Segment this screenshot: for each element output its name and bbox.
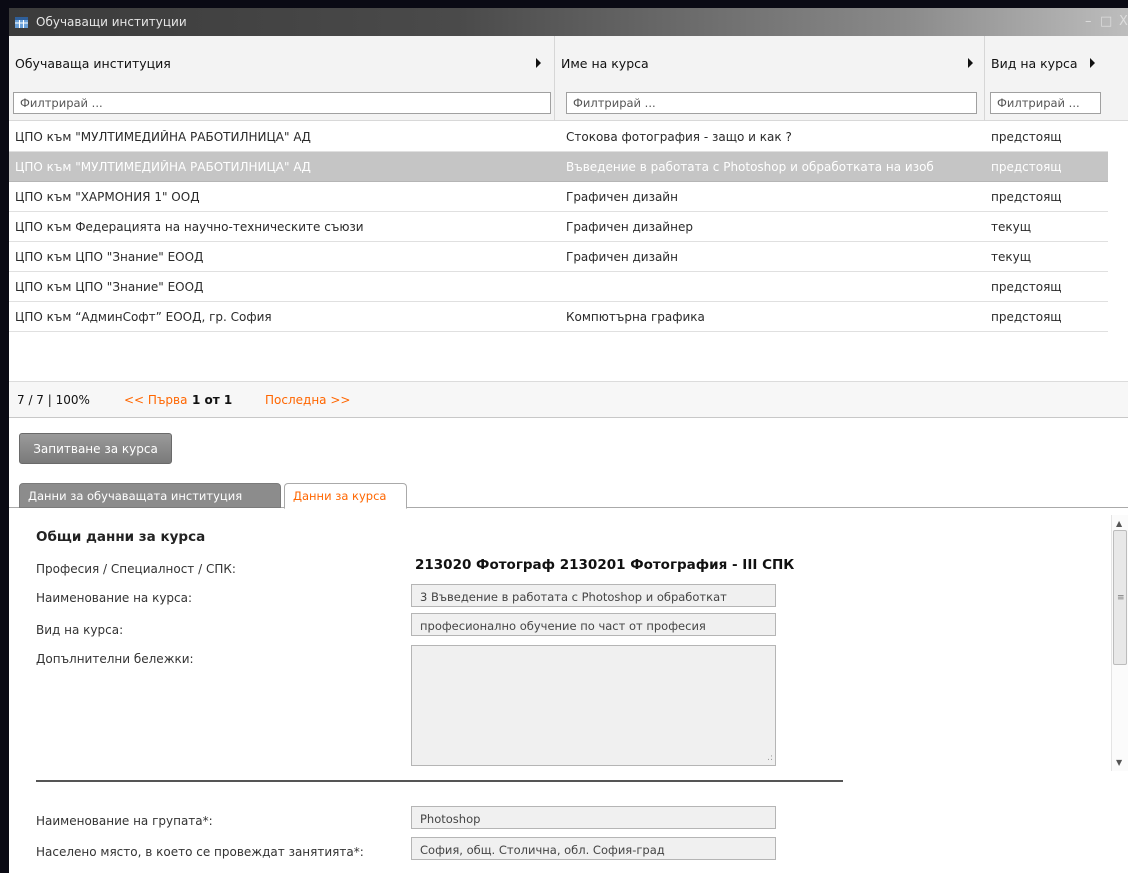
- table-row[interactable]: ЦПО към "ХАРМОНИЯ 1" ООД Графичен дизайн…: [9, 182, 1108, 212]
- cell-course: Графичен дизайн: [566, 190, 678, 204]
- cell-type: предстоящ: [991, 310, 1062, 324]
- column-label: Обучаваща институция: [15, 56, 171, 71]
- inquire-course-button[interactable]: Запитване за курса: [19, 433, 172, 464]
- cell-course: Стокова фотография - защо и как ?: [566, 130, 792, 144]
- scroll-thumb[interactable]: ≡: [1113, 530, 1127, 665]
- cell-type: предстоящ: [991, 190, 1062, 204]
- maximize-icon[interactable]: □: [1100, 14, 1112, 29]
- grip-icon: ≡: [1117, 593, 1125, 603]
- cell-institution: ЦПО към ЦПО "Знание" ЕООД: [15, 250, 204, 264]
- column-label: Вид на курса: [991, 56, 1078, 71]
- cell-institution: ЦПО към ЦПО "Знание" ЕООД: [15, 280, 204, 294]
- cell-type: предстоящ: [991, 280, 1062, 294]
- institutions-grid: Обучаваща институция Име на курса Вид на…: [9, 36, 1128, 418]
- course-name-filter-input[interactable]: [566, 92, 977, 114]
- cell-course: Графичен дизайнер: [566, 220, 693, 234]
- minimize-icon[interactable]: –: [1085, 14, 1092, 29]
- table-row[interactable]: ЦПО към ЦПО "Знание" ЕООД предстоящ: [9, 272, 1108, 302]
- table-row[interactable]: ЦПО към ЦПО "Знание" ЕООД Графичен дизай…: [9, 242, 1108, 272]
- cell-course: Въведение в работата с Photoshop и обраб…: [566, 160, 934, 174]
- scroll-down-icon[interactable]: ▼: [1116, 758, 1122, 767]
- pager-first-link[interactable]: << Първа: [124, 393, 187, 407]
- group-name-label: Наименование на групата*:: [36, 814, 213, 828]
- pager-count: 7 / 7 | 100%: [17, 393, 90, 407]
- pager-last-link[interactable]: Последна >>: [265, 393, 350, 407]
- cell-type: текущ: [991, 250, 1032, 264]
- detail-tabs: Данни за обучаващата институция Данни за…: [9, 481, 1128, 509]
- window-title: Обучаващи институции: [36, 15, 187, 29]
- resize-grip-icon[interactable]: .:: [767, 753, 773, 763]
- profession-label: Професия / Специалност / СПК:: [36, 562, 236, 576]
- pager-page: 1 от 1: [192, 393, 233, 407]
- cell-course: Компютърна графика: [566, 310, 705, 324]
- tab-course-data[interactable]: Данни за курса: [284, 483, 407, 509]
- column-menu-arrow-icon[interactable]: [1090, 58, 1095, 68]
- cell-institution: ЦПО към "МУЛТИМЕДИЙНА РАБОТИЛНИЦА" АД: [15, 160, 311, 174]
- table-icon: [15, 16, 28, 28]
- tab-institution-data[interactable]: Данни за обучаващата институция: [19, 483, 281, 508]
- table-row[interactable]: ЦПО към "МУЛТИМЕДИЙНА РАБОТИЛНИЦА" АД Ст…: [9, 122, 1108, 152]
- institutions-window: Обучаващи институции – □ X Обучаваща инс…: [9, 8, 1128, 873]
- window-titlebar[interactable]: Обучаващи институции – □ X: [9, 8, 1128, 36]
- cell-type: предстоящ: [991, 160, 1062, 174]
- cell-course: Графичен дизайн: [566, 250, 678, 264]
- column-course-name[interactable]: Име на курса: [555, 36, 985, 121]
- grid-pager: 7 / 7 | 100% << Първа 1 от 1 Последна >>: [9, 381, 1128, 417]
- course-name-field[interactable]: 3 Въведение в работата с Photoshop и обр…: [411, 584, 776, 607]
- column-menu-arrow-icon[interactable]: [536, 58, 541, 68]
- location-field[interactable]: София, общ. Столична, обл. София-град: [411, 837, 776, 860]
- column-course-type[interactable]: Вид на курса: [985, 36, 1128, 121]
- course-type-filter-input[interactable]: [990, 92, 1101, 114]
- cell-institution: ЦПО към Федерацията на научно-технически…: [15, 220, 364, 234]
- cell-institution: ЦПО към "ХАРМОНИЯ 1" ООД: [15, 190, 200, 204]
- scroll-up-icon[interactable]: ▲: [1116, 519, 1122, 528]
- outer-frame-left: [0, 0, 9, 873]
- cell-institution: ЦПО към “АдминСофт” ЕООД, гр. София: [15, 310, 272, 324]
- table-row[interactable]: ЦПО към “АдминСофт” ЕООД, гр. София Комп…: [9, 302, 1108, 332]
- group-name-field[interactable]: Photoshop: [411, 806, 776, 829]
- location-label: Населено място, в което се провеждат зан…: [36, 845, 364, 859]
- course-name-label: Наименование на курса:: [36, 591, 193, 605]
- column-label: Име на курса: [561, 56, 649, 71]
- course-type-label: Вид на курса:: [36, 623, 124, 637]
- course-type-field[interactable]: професионално обучение по част от профес…: [411, 613, 776, 636]
- section-title: Общи данни за курса: [36, 529, 206, 545]
- cell-type: текущ: [991, 220, 1032, 234]
- column-institution[interactable]: Обучаваща институция: [9, 36, 555, 121]
- close-icon[interactable]: X: [1119, 14, 1128, 29]
- cell-type: предстоящ: [991, 130, 1062, 144]
- table-row[interactable]: ЦПО към Федерацията на научно-технически…: [9, 212, 1108, 242]
- cell-institution: ЦПО към "МУЛТИМЕДИЙНА РАБОТИЛНИЦА" АД: [15, 130, 311, 144]
- course-details-panel: Общи данни за курса Професия / Специално…: [9, 508, 1128, 873]
- table-row-selected[interactable]: ЦПО към "МУЛТИМЕДИЙНА РАБОТИЛНИЦА" АД Въ…: [9, 152, 1108, 182]
- column-menu-arrow-icon[interactable]: [968, 58, 973, 68]
- notes-label: Допълнителни бележки:: [36, 652, 194, 666]
- grid-header: Обучаваща институция Име на курса Вид на…: [9, 36, 1128, 121]
- notes-textarea[interactable]: .:: [411, 645, 776, 766]
- outer-frame-top: [0, 0, 1128, 8]
- profession-value: 213020 Фотограф 2130201 Фотография - III…: [415, 557, 795, 573]
- panel-scrollbar[interactable]: ▲ ≡ ▼: [1111, 515, 1128, 771]
- section-divider: [36, 780, 843, 782]
- institution-filter-input[interactable]: [13, 92, 551, 114]
